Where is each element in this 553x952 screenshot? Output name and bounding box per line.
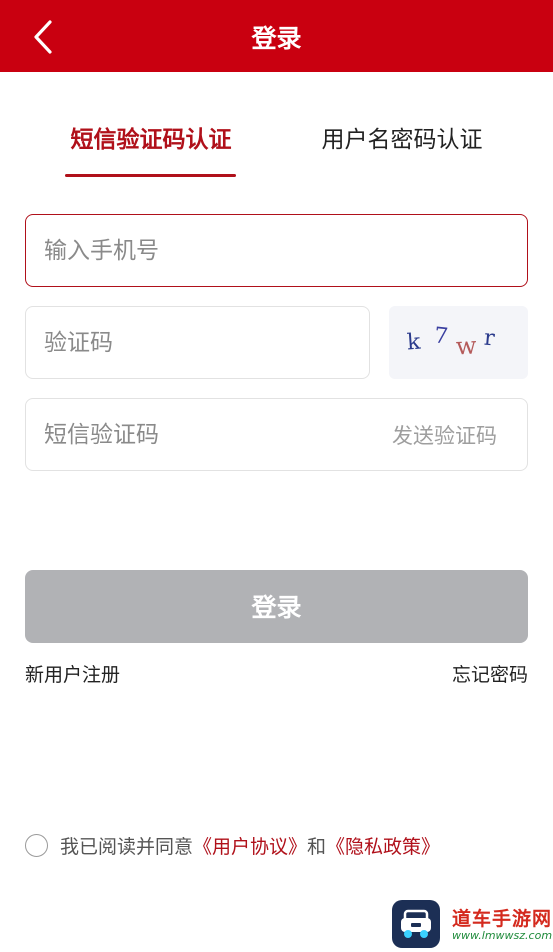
tab-password-login[interactable]: 用户名密码认证 — [312, 118, 492, 162]
watermark-logo-icon — [392, 900, 440, 948]
watermark: 道车手游网 www.lmwwsz.com — [392, 898, 553, 951]
agreement-text: 我已阅读并同意 — [60, 835, 194, 858]
tab-sms-verification[interactable]: 短信验证码认证 — [62, 118, 240, 162]
captcha-input[interactable] — [44, 307, 351, 378]
sms-code-input[interactable] — [44, 399, 344, 470]
register-link[interactable]: 新用户注册 — [25, 660, 120, 690]
sms-code-field: 发送验证码 — [25, 398, 528, 471]
login-button[interactable]: 登录 — [25, 570, 528, 643]
send-code-button[interactable]: 发送验证码 — [392, 399, 497, 470]
captcha-field — [25, 306, 370, 379]
chevron-left-icon — [34, 20, 52, 54]
forgot-password-link[interactable]: 忘记密码 — [452, 660, 528, 690]
agreement-and: 和 — [307, 835, 327, 858]
watermark-url: www.lmwwsz.com — [452, 929, 553, 942]
captcha-image[interactable]: k 7 w r — [389, 306, 528, 379]
captcha-char: r — [482, 325, 496, 352]
phone-field — [25, 214, 528, 287]
watermark-name: 道车手游网 — [452, 908, 553, 930]
agreement-row: 我已阅读并同意 《用户协议》 和 《隐私政策》 — [25, 830, 440, 860]
captcha-char: 7 — [432, 323, 450, 350]
app-header: 登录 — [0, 0, 553, 72]
captcha-char: k — [406, 329, 422, 356]
agreement-radio[interactable] — [25, 833, 48, 857]
active-tab-indicator — [65, 174, 236, 177]
page-title: 登录 — [251, 24, 302, 53]
privacy-policy-link[interactable]: 《隐私政策》 — [326, 832, 440, 859]
back-button[interactable] — [26, 18, 60, 56]
captcha-char: w — [455, 331, 478, 361]
phone-input[interactable] — [44, 215, 509, 286]
user-agreement-link[interactable]: 《用户协议》 — [193, 832, 307, 859]
